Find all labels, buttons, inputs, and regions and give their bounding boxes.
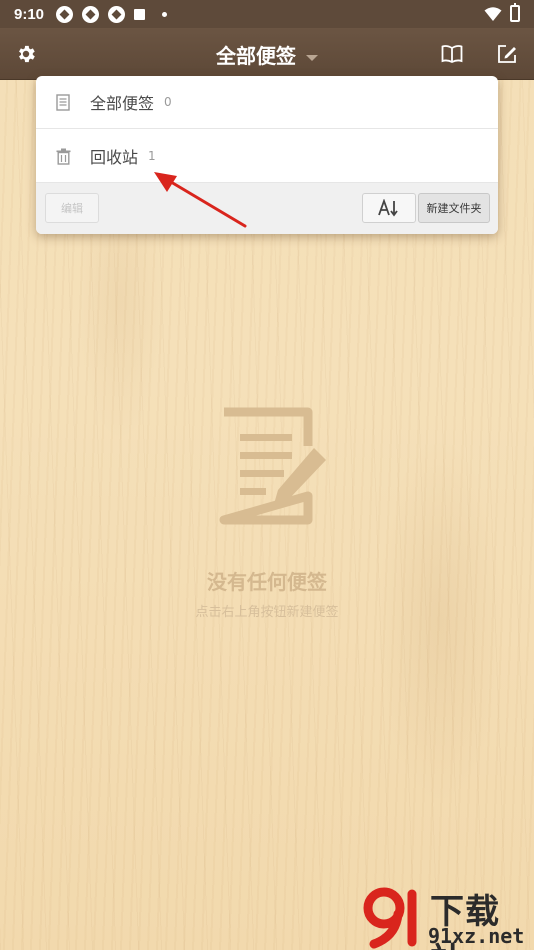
edit-button[interactable]: 编辑	[45, 193, 99, 223]
site-watermark: 下载站 91xz.net	[362, 884, 534, 950]
folder-item-recycle-bin[interactable]: 回收站 1	[36, 130, 498, 183]
empty-state-subtitle: 点击右上角按钮新建便签	[195, 605, 339, 620]
chevron-down-icon	[306, 54, 318, 61]
folder-item-label: 全部便签	[90, 94, 155, 113]
folder-dropdown: 全部便签 0 回收站 1 编辑 新建文件夹	[36, 76, 498, 234]
page-title: 全部便签	[216, 44, 296, 68]
empty-note-icon	[219, 407, 326, 525]
sort-button[interactable]	[362, 193, 416, 223]
watermark-logo-icon	[363, 887, 417, 949]
sort-icon	[378, 199, 398, 217]
system-icons	[484, 3, 520, 22]
annotation-arrow-icon	[154, 172, 247, 228]
top-toolbar: 全部便签	[0, 28, 534, 80]
notification-icons	[56, 5, 168, 23]
sync-icon	[108, 5, 126, 23]
wifi-icon	[484, 6, 502, 21]
folder-item-count: 0	[164, 95, 172, 109]
book-icon	[441, 45, 463, 64]
status-bar: 9:10	[0, 0, 534, 28]
new-note-button[interactable]	[490, 38, 524, 70]
more-notifications-icon	[162, 11, 168, 17]
dropdown-footer: 编辑 新建文件夹	[36, 183, 498, 234]
square-notification-icon	[134, 8, 146, 20]
empty-state-title: 没有任何便签	[207, 570, 327, 594]
new-folder-button[interactable]: 新建文件夹	[418, 193, 490, 223]
sync-icon	[56, 5, 74, 23]
compose-icon	[498, 45, 516, 63]
status-time: 9:10	[14, 5, 45, 23]
note-icon	[54, 92, 72, 112]
notebook-button[interactable]	[435, 38, 469, 70]
watermark-domain: 91xz.net	[428, 924, 525, 948]
battery-icon	[510, 3, 520, 22]
folder-item-all-notes[interactable]: 全部便签 0	[36, 76, 498, 129]
folder-item-count: 1	[148, 149, 156, 163]
folder-item-label: 回收站	[90, 148, 139, 167]
sync-icon	[82, 5, 100, 23]
trash-icon	[54, 146, 72, 166]
